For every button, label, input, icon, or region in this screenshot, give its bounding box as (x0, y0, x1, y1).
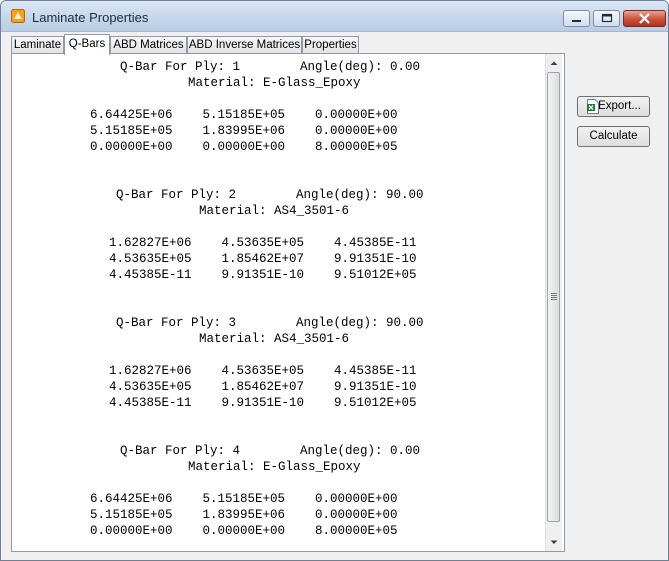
export-button[interactable]: Export... (577, 96, 650, 117)
ply-1-material: Material: E-Glass_Epoxy (188, 76, 361, 90)
ply-4-material: Material: E-Glass_Epoxy (188, 460, 361, 474)
grip-line-4 (551, 299, 557, 300)
ply-3-material: Material: AS4_3501-6 (199, 332, 350, 346)
tab-q-bars[interactable]: Q-Bars (64, 34, 110, 55)
tab-abd-matrices[interactable]: ABD Matrices (110, 36, 187, 53)
ply-4-row-1: 6.64425E+06 5.15185E+05 0.00000E+00 (90, 492, 398, 506)
arrow-down-icon (550, 540, 558, 544)
scroll-down-button[interactable] (546, 534, 562, 550)
vertical-scrollbar[interactable] (545, 54, 562, 551)
close-icon (639, 13, 650, 24)
ply-1-row-1: 6.64425E+06 5.15185E+05 0.00000E+00 (90, 108, 398, 122)
tab-laminate[interactable]: Laminate (11, 36, 64, 53)
ply-3-row-3: 4.45385E-11 9.91351E-10 9.51012E+05 (109, 396, 417, 410)
ply-2-material: Material: AS4_3501-6 (199, 204, 350, 218)
arrow-up-icon (550, 61, 558, 65)
ply-2-row-3: 4.45385E-11 9.91351E-10 9.51012E+05 (109, 268, 417, 282)
tab-abd-inverse-matrices[interactable]: ABD Inverse Matrices (187, 36, 302, 53)
ply-4-row-3: 0.00000E+00 0.00000E+00 8.00000E+05 (90, 524, 398, 538)
close-button[interactable] (623, 10, 666, 27)
tab-properties[interactable]: Properties (302, 36, 359, 53)
grip-line-2 (551, 295, 557, 296)
excel-file-icon (587, 99, 599, 114)
ply-1-header: Q-Bar For Ply: 1 Angle(deg): 0.00 (120, 60, 421, 74)
calculate-button[interactable]: Calculate (577, 126, 650, 147)
scroll-up-button[interactable] (546, 55, 562, 71)
minimize-icon (572, 20, 581, 22)
ply-4-header: Q-Bar For Ply: 4 Angle(deg): 0.00 (120, 444, 421, 458)
title-bar[interactable]: Laminate Properties (1, 1, 668, 31)
maximize-icon (601, 13, 613, 23)
window-title: Laminate Properties (32, 10, 149, 25)
ply-3-row-1: 1.62827E+06 4.53635E+05 4.45385E-11 (109, 364, 417, 378)
minimize-button[interactable] (563, 10, 590, 27)
grip-line-3 (551, 297, 557, 298)
grip-line-1 (551, 293, 557, 294)
laminate-properties-window: Laminate Properties Laminate Q-Bars ABD … (0, 0, 669, 561)
ply-2-row-1: 1.62827E+06 4.53635E+05 4.45385E-11 (109, 236, 417, 250)
ply-2-row-2: 4.53635E+05 1.85462E+07 9.91351E-10 (109, 252, 417, 266)
ply-3-row-2: 4.53635E+05 1.85462E+07 9.91351E-10 (109, 380, 417, 394)
q-bars-panel: Q-Bar For Ply: 1 Angle(deg): 0.00 Materi… (11, 53, 565, 552)
q-bars-output[interactable]: Q-Bar For Ply: 1 Angle(deg): 0.00 Materi… (12, 54, 547, 551)
maximize-button[interactable] (593, 10, 620, 27)
ply-2-header: Q-Bar For Ply: 2 Angle(deg): 90.00 (116, 188, 424, 202)
ply-4-row-2: 5.15185E+05 1.83995E+06 0.00000E+00 (90, 508, 398, 522)
app-icon (11, 9, 25, 23)
ply-1-row-2: 5.15185E+05 1.83995E+06 0.00000E+00 (90, 124, 398, 138)
scrollbar-thumb[interactable] (547, 72, 560, 522)
dialog-body: Laminate Q-Bars ABD Matrices ABD Inverse… (1, 31, 668, 560)
ply-3-header: Q-Bar For Ply: 3 Angle(deg): 90.00 (116, 316, 424, 330)
ply-1-row-3: 0.00000E+00 0.00000E+00 8.00000E+05 (90, 140, 398, 154)
